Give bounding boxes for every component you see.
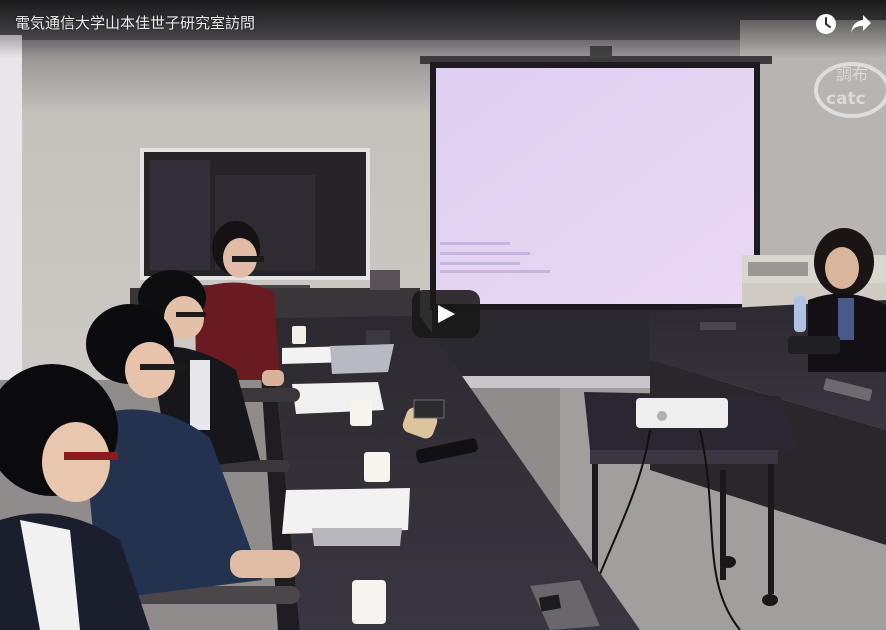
share-button[interactable] — [847, 10, 875, 38]
watermark-text: catc — [826, 89, 866, 109]
clock-icon — [816, 14, 836, 34]
watermark-kanji: 調布 — [836, 65, 868, 84]
play-icon — [438, 305, 455, 323]
title-bar: 電気通信大学山本佳世子研究室訪問 — [0, 0, 886, 58]
video-title[interactable]: 電気通信大学山本佳世子研究室訪問 — [15, 12, 255, 33]
watch-later-button[interactable] — [812, 10, 840, 38]
video-player[interactable]: 調布 catc 電気通信大学山本佳世子研究室訪問 — [0, 0, 886, 630]
share-arrow-icon — [851, 15, 871, 33]
play-button[interactable] — [412, 290, 480, 338]
